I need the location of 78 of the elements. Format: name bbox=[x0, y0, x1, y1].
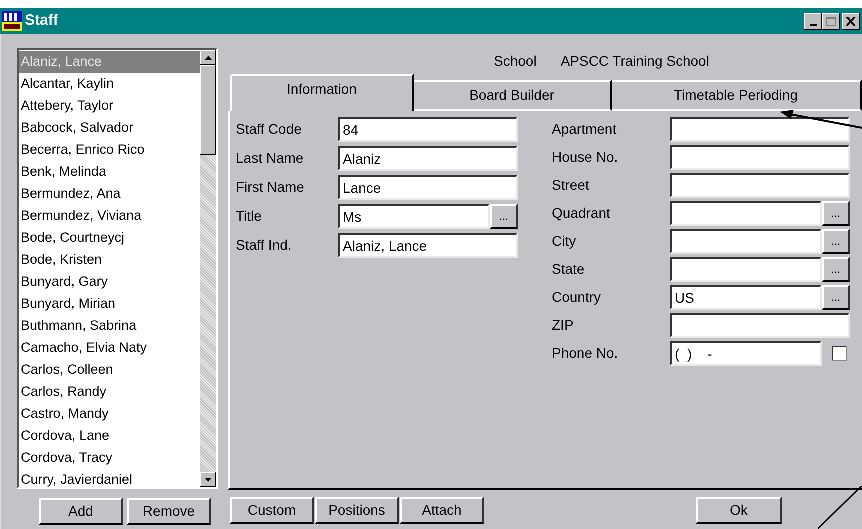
list-item[interactable]: Attebery, Taylor bbox=[19, 95, 200, 117]
field-label: Staff Code bbox=[236, 120, 303, 139]
school-label: School bbox=[494, 52, 537, 70]
browse-button[interactable]: ... bbox=[490, 204, 518, 229]
field-label: Quadrant bbox=[552, 204, 612, 223]
field-label: Apartment bbox=[552, 120, 618, 139]
input-field[interactable] bbox=[670, 173, 850, 198]
remove-button[interactable]: Remove bbox=[127, 498, 211, 525]
list-item[interactable]: Cordova, Lane bbox=[19, 425, 200, 447]
field-label: Country bbox=[552, 288, 602, 307]
add-button[interactable]: Add bbox=[39, 498, 123, 525]
tab[interactable]: Board Builder bbox=[414, 80, 612, 111]
input-field[interactable]: Alaniz bbox=[338, 146, 518, 171]
browse-button[interactable]: ... bbox=[822, 229, 850, 254]
input-field[interactable] bbox=[670, 229, 822, 254]
list-item[interactable]: Benk, Melinda bbox=[19, 161, 200, 183]
browse-button[interactable]: ... bbox=[822, 285, 850, 310]
field-label: First Name bbox=[236, 178, 306, 197]
minimize-icon bbox=[810, 24, 816, 26]
input-field[interactable]: US bbox=[670, 285, 822, 310]
input-field[interactable] bbox=[670, 145, 850, 170]
input-field[interactable]: ( ) - bbox=[670, 341, 822, 366]
window-title: Staff bbox=[25, 10, 60, 31]
minimize-button[interactable] bbox=[804, 12, 822, 30]
list-item[interactable]: Bermundez, Viviana bbox=[19, 205, 200, 227]
field-label: Last Name bbox=[236, 149, 305, 168]
up-arrow-icon bbox=[204, 56, 212, 60]
app-logo-icon bbox=[2, 11, 22, 31]
field-label: ZIP bbox=[552, 316, 575, 335]
list-item[interactable]: Buthmann, Sabrina bbox=[19, 315, 200, 337]
list-item[interactable]: Bunyard, Mirian bbox=[19, 293, 200, 315]
panel-button[interactable]: Custom bbox=[230, 497, 314, 524]
field-label: House No. bbox=[552, 148, 620, 167]
field-label: State bbox=[552, 260, 586, 279]
list-item[interactable]: Curry, Javierdaniel bbox=[19, 469, 200, 491]
maximize-button[interactable] bbox=[822, 12, 840, 30]
browse-button[interactable]: ... bbox=[822, 201, 850, 226]
input-field[interactable] bbox=[670, 257, 822, 282]
maximize-icon bbox=[826, 16, 836, 26]
input-field[interactable]: Alaniz, Lance bbox=[338, 233, 518, 258]
field-label: Staff Ind. bbox=[236, 236, 293, 255]
checkbox[interactable] bbox=[832, 346, 847, 361]
input-field[interactable]: Lance bbox=[338, 175, 518, 200]
close-button[interactable] bbox=[842, 12, 860, 30]
list-item[interactable]: Carlos, Colleen bbox=[19, 359, 200, 381]
tab[interactable]: Timetable Perioding bbox=[612, 80, 862, 111]
list-item[interactable]: Babcock, Salvador bbox=[19, 117, 200, 139]
list-item[interactable]: Bode, Kristen bbox=[19, 249, 200, 271]
input-field[interactable] bbox=[670, 201, 822, 226]
list-item[interactable]: Camacho, Elvia Naty bbox=[19, 337, 200, 359]
list-item[interactable]: Cordova, Tracy bbox=[19, 447, 200, 469]
input-field[interactable]: 84 bbox=[338, 117, 518, 142]
ok-button[interactable]: Ok bbox=[696, 497, 782, 524]
list-item[interactable]: Bermundez, Ana bbox=[19, 183, 200, 205]
field-label: Phone No. bbox=[552, 344, 620, 363]
scroll-up-button[interactable] bbox=[200, 50, 216, 65]
scroll-down-button[interactable] bbox=[200, 472, 216, 487]
list-item[interactable]: Bunyard, Gary bbox=[19, 271, 200, 293]
close-icon bbox=[846, 16, 856, 26]
list-item[interactable]: Bode, Courtneycj bbox=[19, 227, 200, 249]
list-item[interactable]: Carlos, Randy bbox=[19, 381, 200, 403]
scroll-thumb[interactable] bbox=[200, 65, 216, 155]
panel-button[interactable]: Attach bbox=[400, 497, 484, 524]
list-item[interactable]: Alcantar, Kaylin bbox=[19, 73, 200, 95]
scrollbar[interactable] bbox=[200, 50, 216, 487]
input-field[interactable] bbox=[670, 313, 850, 338]
browse-button[interactable]: ... bbox=[822, 257, 850, 282]
list-item[interactable]: Castro, Mandy bbox=[19, 403, 200, 425]
panel-button[interactable]: Positions bbox=[315, 497, 399, 524]
tab[interactable]: Information bbox=[230, 74, 414, 111]
school-name: APSCC Training School bbox=[560, 52, 710, 71]
field-label: Street bbox=[552, 176, 590, 195]
list-item[interactable]: Becerra, Enrico Rico bbox=[19, 139, 200, 161]
field-label: City bbox=[552, 232, 578, 251]
input-field[interactable]: Ms bbox=[338, 204, 490, 229]
down-arrow-icon bbox=[204, 478, 212, 482]
field-label: Title bbox=[236, 207, 263, 226]
input-field[interactable] bbox=[670, 117, 850, 142]
